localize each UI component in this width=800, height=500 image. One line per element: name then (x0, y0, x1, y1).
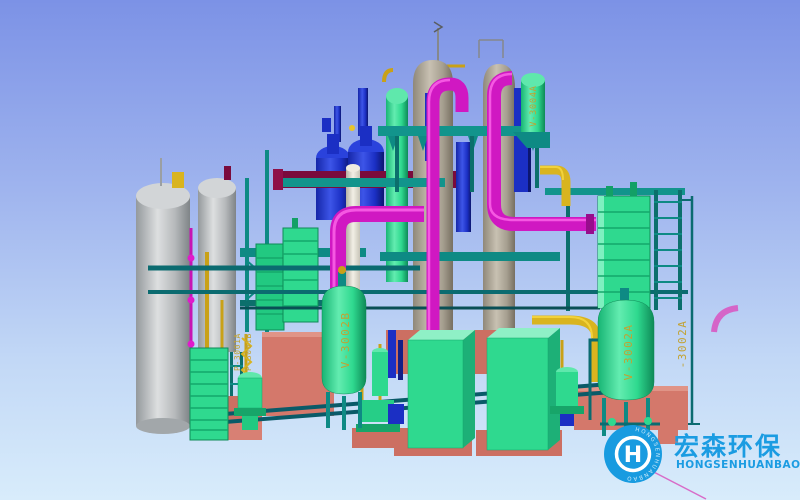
company-name-cn: 宏森环保 (674, 432, 782, 461)
storage-tank-1 (136, 196, 190, 426)
frame-rungs (654, 202, 682, 298)
pump-motor (388, 404, 404, 424)
small-exchanger-left (190, 348, 228, 440)
vessel-center-tag: V-3002B (339, 312, 352, 369)
green-box-2 (487, 338, 548, 450)
tank-top-fitting (172, 172, 184, 188)
vent-lines (434, 22, 503, 66)
pump-left-a-tag: P-3001A (233, 333, 242, 371)
magenta-elbow-far-right (714, 308, 738, 332)
pump-left-b-tag: P-3001B (244, 333, 253, 371)
vessel-v3002b: V-3002B (322, 266, 366, 430)
gold-elbow (384, 70, 393, 82)
company-watermark: HONGSENHUANBAO H 宏森环保 HONGSENHUANBAO (604, 425, 800, 499)
green-box-1 (408, 340, 463, 448)
plant-3d-render: V-3002B V-3002A -3002A V-3004A P-3001A P… (0, 0, 800, 500)
plant-scene: V-3002B V-3002A -3002A V-3004A P-3001A P… (0, 0, 800, 500)
company-name-en: HONGSENHUANBAO (676, 459, 800, 471)
logo-monogram-h: H (624, 443, 642, 468)
tank-top-valve (224, 166, 231, 180)
lower-deck (380, 252, 560, 261)
vessel-right-outer-tag: -3002A (676, 320, 689, 369)
pipe-flange (586, 214, 594, 234)
drum-top-tag: V-3004A (529, 85, 539, 126)
vessel-right-tag: V-3002A (622, 324, 635, 381)
